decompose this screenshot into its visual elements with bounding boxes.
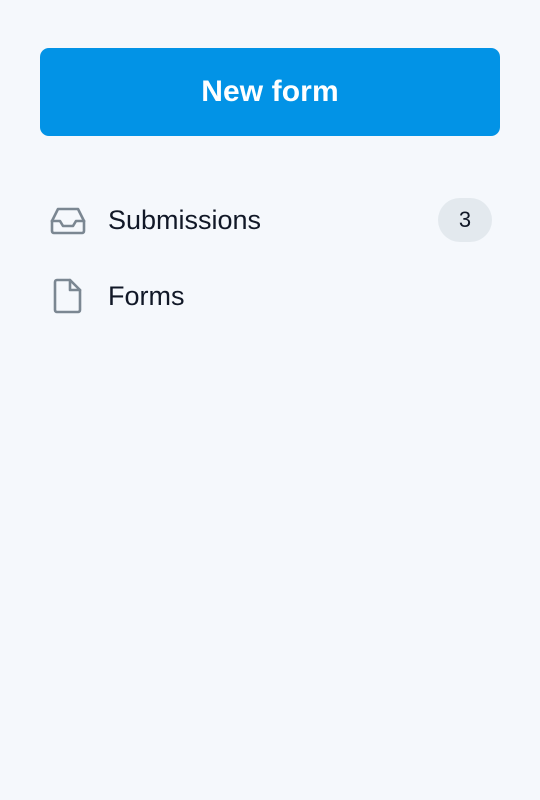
sidebar-item-label: Forms bbox=[108, 280, 185, 311]
sidebar-item-forms[interactable]: Forms bbox=[40, 258, 500, 334]
sidebar-nav: Submissions 3 Forms bbox=[40, 182, 500, 334]
sidebar-item-label: Submissions bbox=[108, 204, 262, 235]
submissions-count-badge: 3 bbox=[438, 198, 492, 242]
document-icon bbox=[48, 276, 88, 316]
sidebar-item-submissions[interactable]: Submissions 3 bbox=[40, 182, 500, 258]
sidebar: New form Submissions 3 Forms bbox=[0, 0, 540, 800]
inbox-icon bbox=[48, 200, 88, 240]
new-form-button[interactable]: New form bbox=[40, 48, 500, 136]
